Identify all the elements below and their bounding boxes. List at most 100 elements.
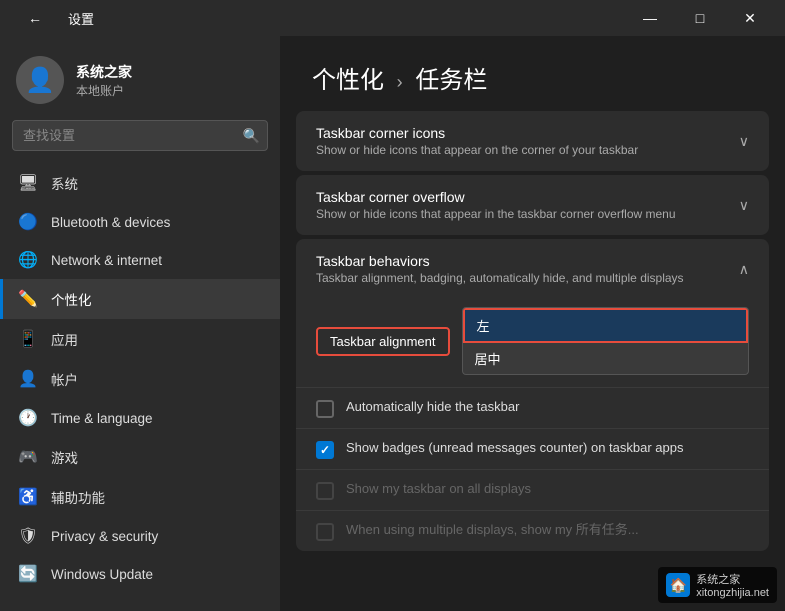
sidebar-item-label: Windows Update xyxy=(51,567,153,582)
back-icon: ← xyxy=(28,10,42,26)
card-behaviors-info: Taskbar behaviors Taskbar alignment, bad… xyxy=(316,253,684,285)
card-corner-icons-header[interactable]: Taskbar corner icons Show or hide icons … xyxy=(296,111,769,171)
check-icon: ✓ xyxy=(320,443,330,457)
titlebar-left: ← 设置 xyxy=(12,3,94,33)
gaming-icon: 🎮 xyxy=(19,448,37,466)
card-corner-overflow-header[interactable]: Taskbar corner overflow Show or hide ico… xyxy=(296,175,769,235)
sidebar-item-update[interactable]: 🔄 Windows Update xyxy=(0,555,280,593)
card-corner-overflow-info: Taskbar corner overflow Show or hide ico… xyxy=(316,189,676,221)
watermark-name: 系统之家 xyxy=(696,571,769,587)
card-behaviors: Taskbar behaviors Taskbar alignment, bad… xyxy=(296,239,769,551)
time-icon: 🕐 xyxy=(19,409,37,427)
checkbox-all-displays: Show my taskbar on all displays xyxy=(296,469,769,510)
multiple-displays-label: When using multiple displays, show my 所有… xyxy=(346,521,639,539)
sidebar-item-network[interactable]: 🌐 Network & internet xyxy=(0,241,280,279)
card-corner-overflow-subtitle: Show or hide icons that appear in the ta… xyxy=(316,207,676,221)
sidebar-item-label: 系统 xyxy=(51,173,78,193)
minimize-button[interactable]: — xyxy=(627,3,673,33)
sidebar-nav: 🖥 系统 🔵 Bluetooth & devices 🌐 Network & i… xyxy=(0,163,280,593)
content-area: 个性化 › 任务栏 Taskbar corner icons Show or h… xyxy=(280,36,785,611)
personalization-icon: ✏️ xyxy=(19,290,37,308)
checkbox-multiple-displays: When using multiple displays, show my 所有… xyxy=(296,510,769,551)
sidebar-item-accounts[interactable]: 👤 帐户 xyxy=(0,359,280,399)
back-button[interactable]: ← xyxy=(12,3,58,33)
card-behaviors-subtitle: Taskbar alignment, badging, automaticall… xyxy=(316,271,684,285)
titlebar-title: 设置 xyxy=(68,9,94,28)
breadcrumb-part1: 个性化 xyxy=(312,67,384,94)
sidebar-item-time[interactable]: 🕐 Time & language xyxy=(0,399,280,437)
user-profile: 👤 系统之家 本地账户 xyxy=(0,36,280,120)
watermark-logo: 🏠 xyxy=(666,573,690,597)
badges-checkbox[interactable]: ✓ xyxy=(316,441,334,459)
card-corner-icons: Taskbar corner icons Show or hide icons … xyxy=(296,111,769,171)
breadcrumb-part2: 任务栏 xyxy=(415,67,487,94)
close-button[interactable]: ✕ xyxy=(727,3,773,33)
user-subtitle: 本地账户 xyxy=(76,82,132,99)
titlebar: ← 设置 — □ ✕ xyxy=(0,0,785,36)
search-icon[interactable]: 🔍 xyxy=(243,127,260,144)
main-layout: 👤 系统之家 本地账户 🔍 🖥 系统 🔵 Bluetooth & devices… xyxy=(0,36,785,611)
maximize-button[interactable]: □ xyxy=(677,3,723,33)
sidebar-item-label: Time & language xyxy=(51,411,153,426)
checkbox-autohide[interactable]: Automatically hide the taskbar xyxy=(296,387,769,428)
dropdown-option-center[interactable]: 居中 xyxy=(463,343,749,374)
network-icon: 🌐 xyxy=(19,251,37,269)
sidebar-item-label: 应用 xyxy=(51,329,78,349)
card-corner-overflow: Taskbar corner overflow Show or hide ico… xyxy=(296,175,769,235)
card-corner-icons-title: Taskbar corner icons xyxy=(316,125,638,141)
user-name: 系统之家 xyxy=(76,62,132,82)
sidebar: 👤 系统之家 本地账户 🔍 🖥 系统 🔵 Bluetooth & devices… xyxy=(0,36,280,611)
titlebar-controls: — □ ✕ xyxy=(627,3,773,33)
apps-icon: 📱 xyxy=(19,330,37,348)
card-corner-overflow-title: Taskbar corner overflow xyxy=(316,189,676,205)
page-header: 个性化 › 任务栏 xyxy=(280,36,785,111)
sidebar-item-gaming[interactable]: 🎮 游戏 xyxy=(0,437,280,477)
user-info: 系统之家 本地账户 xyxy=(76,62,132,99)
chevron-up-icon: ∧ xyxy=(739,261,749,278)
sidebar-item-label: Privacy & security xyxy=(51,529,158,544)
multiple-displays-checkbox xyxy=(316,523,334,541)
update-icon: 🔄 xyxy=(19,565,37,583)
chevron-down-icon: ∨ xyxy=(739,197,749,214)
watermark-info: 系统之家 xitongzhijia.net xyxy=(696,571,769,599)
card-behaviors-title: Taskbar behaviors xyxy=(316,253,684,269)
sidebar-item-privacy[interactable]: 🛡 Privacy & security xyxy=(0,517,280,555)
sidebar-item-label: Bluetooth & devices xyxy=(51,215,170,230)
sidebar-item-personalization[interactable]: ✏️ 个性化 xyxy=(0,279,280,319)
sidebar-item-label: 游戏 xyxy=(51,447,78,467)
system-icon: 🖥 xyxy=(19,174,37,192)
sidebar-item-bluetooth[interactable]: 🔵 Bluetooth & devices xyxy=(0,203,280,241)
watermark: 🏠 系统之家 xitongzhijia.net xyxy=(658,567,777,603)
dropdown-option-left[interactable]: 左 xyxy=(463,308,749,343)
chevron-down-icon: ∨ xyxy=(739,133,749,150)
bluetooth-icon: 🔵 xyxy=(19,213,37,231)
checkbox-badges[interactable]: ✓ Show badges (unread messages counter) … xyxy=(296,428,769,469)
card-behaviors-header[interactable]: Taskbar behaviors Taskbar alignment, bad… xyxy=(296,239,769,299)
card-corner-icons-info: Taskbar corner icons Show or hide icons … xyxy=(316,125,638,157)
search-box: 🔍 xyxy=(12,120,268,151)
all-displays-label: Show my taskbar on all displays xyxy=(346,480,531,498)
avatar: 👤 xyxy=(16,56,64,104)
all-displays-checkbox xyxy=(316,482,334,500)
sidebar-item-label: Network & internet xyxy=(51,253,162,268)
sidebar-item-apps[interactable]: 📱 应用 xyxy=(0,319,280,359)
card-corner-icons-subtitle: Show or hide icons that appear on the co… xyxy=(316,143,638,157)
sidebar-item-accessibility[interactable]: ♿ 辅助功能 xyxy=(0,477,280,517)
sidebar-item-label: 个性化 xyxy=(51,289,92,309)
accessibility-icon: ♿ xyxy=(19,488,37,506)
autohide-label: Automatically hide the taskbar xyxy=(346,398,519,416)
alignment-row: Taskbar alignment 左 居中 xyxy=(296,299,769,387)
alignment-label: Taskbar alignment xyxy=(316,327,450,356)
search-input[interactable] xyxy=(12,120,268,151)
sidebar-item-system[interactable]: 🖥 系统 xyxy=(0,163,280,203)
badges-label: Show badges (unread messages counter) on… xyxy=(346,439,683,457)
accounts-icon: 👤 xyxy=(19,370,37,388)
privacy-icon: 🛡 xyxy=(19,527,37,545)
sidebar-item-label: 帐户 xyxy=(51,369,78,389)
sidebar-item-label: 辅助功能 xyxy=(51,487,105,507)
alignment-dropdown[interactable]: 左 居中 xyxy=(462,307,750,375)
watermark-url: xitongzhijia.net xyxy=(696,587,769,599)
breadcrumb-arrow: › xyxy=(397,72,403,92)
autohide-checkbox[interactable] xyxy=(316,400,334,418)
multiple-displays-suffix: 所有任务... xyxy=(576,522,639,537)
